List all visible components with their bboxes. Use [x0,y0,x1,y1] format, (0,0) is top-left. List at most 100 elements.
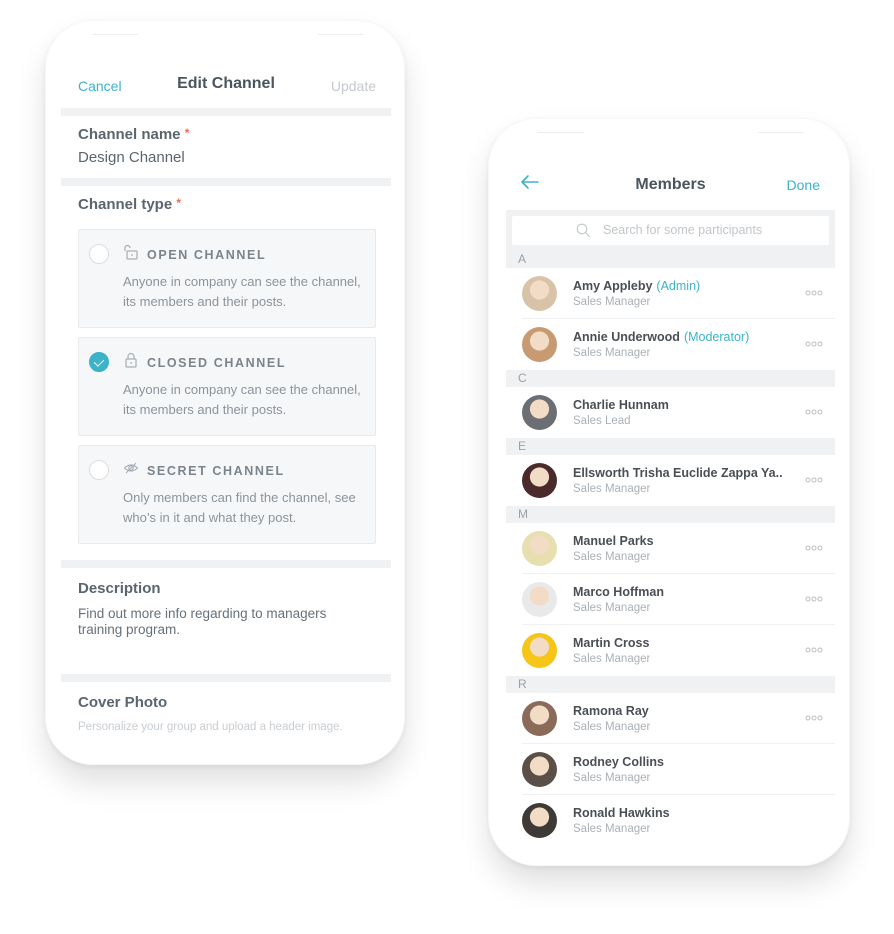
option-name: CLOSED CHANNEL [147,356,287,370]
description-label: Description [78,580,161,597]
channel-name-input[interactable]: Design Channel [78,149,374,166]
member-row[interactable]: Ellsworth Trisha Euclide Zappa Ya.. Sales… [506,455,835,506]
avatar [522,633,557,668]
more-options-icon[interactable] [805,647,823,653]
member-name: Marco Hoffman [573,585,664,599]
more-options-icon[interactable] [805,545,823,551]
cover-photo-label: Cover Photo [78,694,168,711]
search-input[interactable]: Search for some participants [512,216,829,245]
member-role-badge: (Admin) [656,279,701,293]
member-name: Manuel Parks [573,534,654,548]
divider [61,674,391,682]
member-title: Sales Manager [573,721,651,733]
member-title: Sales Manager [573,296,651,308]
member-title: Sales Manager [573,772,651,784]
unlocked-icon [124,244,138,260]
avatar [522,327,557,362]
cover-photo-hint: Personalize your group and upload a head… [78,721,343,733]
member-title: Sales Manager [573,653,651,665]
secret-channel-option[interactable]: SECRET CHANNEL Only members can find the… [78,445,376,544]
option-description: Only members can find the channel, see w… [123,490,356,525]
member-title: Sales Manager [573,347,651,359]
member-name: Amy Appleby (Admin) [573,279,701,293]
member-list: A Amy Appleby (Admin) Sales Manager Annie Un… [506,251,835,846]
option-description: Anyone in company can see the channel, i… [123,274,361,309]
option-description: Anyone in company can see the channel, i… [123,382,361,417]
lock-icon [125,352,137,368]
required-mark: * [184,126,190,140]
more-options-icon[interactable] [805,341,823,347]
edit-channel-screen: Cancel Edit Channel Update Channel name … [61,60,391,745]
description-input[interactable]: Find out more info regarding to managers… [78,606,374,638]
channel-name-label: Channel name * [78,126,190,143]
description-field[interactable]: Description Find out more info regarding… [61,568,391,674]
eye-off-icon [123,462,139,474]
more-options-icon[interactable] [805,290,823,296]
cover-photo-field[interactable]: Cover Photo Personalize your group and u… [61,682,391,745]
channel-type-label: Channel type * [78,196,182,213]
avatar [522,582,557,617]
member-name: Ramona Ray [573,704,649,718]
avatar [522,395,557,430]
member-row[interactable]: Charlie Hunnam Sales Lead [506,387,835,438]
secret-channel-radio[interactable] [89,460,109,480]
member-name: Ronald Hawkins [573,806,670,820]
phone-detail [758,132,804,133]
member-title: Sales Manager [573,823,651,835]
option-name: OPEN CHANNEL [147,248,267,262]
member-row[interactable]: Annie Underwood (Moderator) Sales Manager [506,319,835,370]
nav-bar: Cancel Edit Channel Update [61,60,391,108]
member-title: Sales Lead [573,415,631,427]
member-row[interactable]: Amy Appleby (Admin) Sales Manager [506,268,835,319]
option-name: SECRET CHANNEL [147,464,285,478]
phone-detail [538,132,584,133]
more-options-icon[interactable] [805,477,823,483]
member-row[interactable]: Martin Cross Sales Manager [506,625,835,676]
divider [61,108,391,116]
members-phone: Members Done Search for some participant… [488,118,850,866]
open-channel-radio[interactable] [89,244,109,264]
channel-name-field[interactable]: Channel name * Design Channel [61,116,391,178]
update-button[interactable]: Update [331,78,376,94]
divider [61,178,391,186]
avatar [522,803,557,838]
done-button[interactable]: Done [787,177,820,193]
member-name: Martin Cross [573,636,650,650]
avatar [522,531,557,566]
closed-channel-radio[interactable] [89,352,109,372]
member-title: Sales Manager [573,551,651,563]
edit-channel-phone: Cancel Edit Channel Update Channel name … [45,20,405,765]
more-options-icon[interactable] [805,409,823,415]
search-icon [576,223,591,238]
member-row[interactable]: Ronald Hawkins Sales Manager [506,795,835,846]
divider [61,560,391,568]
avatar [522,463,557,498]
avatar [522,276,557,311]
avatar [522,701,557,736]
section-header: E [506,438,835,455]
search-placeholder: Search for some participants [603,223,763,237]
search-bar: Search for some participants [506,210,835,251]
member-role-badge: (Moderator) [683,330,750,344]
phone-detail [92,34,138,35]
closed-channel-option[interactable]: CLOSED CHANNEL Anyone in company can see… [78,337,376,436]
required-mark: * [176,196,182,210]
member-name: Charlie Hunnam [573,398,669,412]
avatar [522,752,557,787]
member-name: Ellsworth Trisha Euclide Zappa Ya.. [573,466,783,480]
nav-bar: Members Done [506,160,835,210]
more-options-icon[interactable] [805,596,823,602]
open-channel-option[interactable]: OPEN CHANNEL Anyone in company can see t… [78,229,376,328]
section-header: R [506,676,835,693]
member-row[interactable]: Rodney Collins Sales Manager [506,744,835,795]
section-header: C [506,370,835,387]
member-row[interactable]: Ramona Ray Sales Manager [506,693,835,744]
phone-detail [318,34,364,35]
member-title: Sales Manager [573,483,651,495]
member-name: Annie Underwood (Moderator) [573,330,750,344]
section-header: A [506,251,835,268]
member-row[interactable]: Manuel Parks Sales Manager [506,523,835,574]
more-options-icon[interactable] [805,715,823,721]
member-row[interactable]: Marco Hoffman Sales Manager [506,574,835,625]
channel-type-field: Channel type * [61,186,391,229]
